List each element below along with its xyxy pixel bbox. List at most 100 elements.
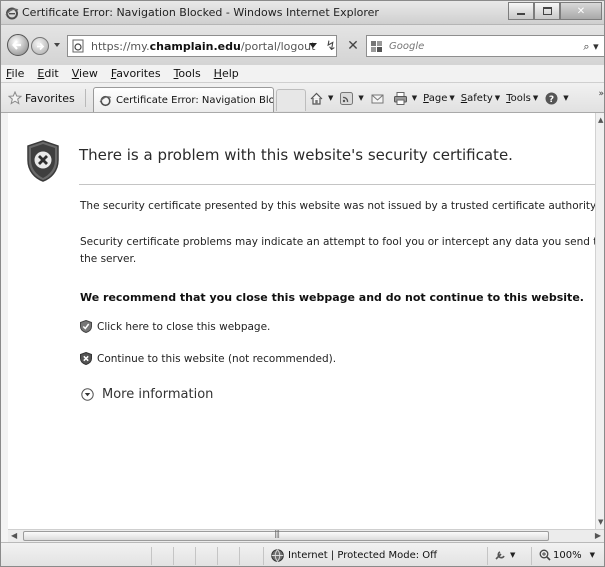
feeds-icon bbox=[340, 91, 354, 105]
refresh-icon: ↯ bbox=[325, 38, 337, 54]
status-divider bbox=[173, 547, 174, 565]
security-warning-text: Security certificate problems may indica… bbox=[80, 236, 595, 265]
certificate-explanation: The security certificate presented by th… bbox=[80, 200, 595, 212]
feeds-dropdown-icon: ▼ bbox=[358, 94, 364, 102]
help-icon: ? bbox=[545, 92, 558, 105]
help-button[interactable]: ? ▼ bbox=[544, 91, 569, 106]
page-menu-button[interactable]: Page ▼ bbox=[423, 93, 455, 104]
forward-arrow-icon bbox=[37, 42, 45, 51]
stop-button[interactable]: ✕ bbox=[343, 35, 363, 57]
divider bbox=[79, 184, 595, 185]
scroll-up-icon[interactable]: ▲ bbox=[598, 116, 603, 124]
safety-menu-button[interactable]: Safety ▼ bbox=[461, 93, 500, 104]
security-zone[interactable]: Internet | Protected Mode: Off bbox=[271, 549, 437, 562]
continue-website-link[interactable]: Continue to this website (not recommende… bbox=[80, 352, 336, 365]
print-button[interactable]: ▼ bbox=[393, 91, 417, 106]
address-dropdown-icon[interactable] bbox=[309, 43, 317, 49]
home-dropdown-icon: ▼ bbox=[328, 94, 334, 102]
back-button[interactable] bbox=[7, 34, 29, 56]
chevron-more-icon[interactable]: » bbox=[598, 89, 604, 99]
scroll-right-icon[interactable]: ▶ bbox=[595, 531, 601, 540]
search-button[interactable]: ⌕ ▾ bbox=[579, 39, 603, 54]
globe-icon bbox=[271, 549, 284, 562]
search-provider-icon bbox=[371, 41, 382, 52]
help-dropdown-icon: ▼ bbox=[563, 94, 569, 102]
tools-dropdown-icon: ▼ bbox=[532, 94, 539, 102]
mail-button[interactable] bbox=[370, 91, 387, 106]
menu-tools[interactable]: Tools bbox=[174, 67, 201, 80]
favorites-bar: Favorites Certificate Error: Navigation … bbox=[1, 83, 604, 113]
more-information-toggle[interactable]: More information bbox=[81, 387, 213, 402]
tools-menu-button[interactable]: Tools ▼ bbox=[506, 93, 538, 104]
close-webpage-link[interactable]: Click here to close this webpage. bbox=[80, 320, 270, 333]
zoom-level: 100% bbox=[553, 549, 582, 561]
close-icon: ✕ bbox=[576, 5, 586, 17]
shield-error-icon bbox=[27, 140, 59, 182]
horizontal-scroll-thumb[interactable]: ||| bbox=[23, 529, 549, 541]
window-controls: ✕ bbox=[508, 2, 602, 20]
command-bar: ▼ ▼ ▼ Page ▼ Safety ▼ Tools ▼ ? ▼ bbox=[309, 87, 575, 109]
page-content: There is a problem with this website's s… bbox=[8, 113, 595, 529]
title-bar: Certificate Error: Navigation Blocked - … bbox=[1, 1, 604, 25]
tools-status-dropdown-icon: ▼ bbox=[510, 551, 516, 559]
home-icon bbox=[310, 92, 323, 105]
recent-pages-dropdown-icon[interactable] bbox=[52, 40, 62, 50]
address-url: https://my.champlain.edu/portal/logout bbox=[91, 40, 315, 53]
print-dropdown-icon: ▼ bbox=[411, 94, 418, 102]
menu-bar: File Edit View Favorites Tools Help bbox=[1, 65, 604, 83]
url-path: /portal/logout bbox=[240, 40, 316, 53]
tab-certificate-error[interactable]: Certificate Error: Navigation Blocked bbox=[93, 87, 274, 112]
forward-button[interactable] bbox=[31, 37, 49, 55]
menu-view[interactable]: View bbox=[72, 67, 98, 80]
search-input[interactable] bbox=[389, 38, 569, 55]
recommendation-text: We recommend that you close this webpage… bbox=[80, 291, 584, 304]
status-divider bbox=[151, 547, 152, 565]
status-divider bbox=[263, 547, 264, 565]
search-icon: ⌕ ▾ bbox=[583, 39, 599, 53]
close-webpage-label: Click here to close this webpage. bbox=[97, 320, 271, 333]
ie-logo-icon bbox=[5, 7, 19, 20]
menu-file[interactable]: File bbox=[6, 67, 24, 80]
separator bbox=[85, 89, 86, 107]
stop-icon: ✕ bbox=[347, 38, 359, 54]
close-button[interactable]: ✕ bbox=[560, 2, 602, 20]
status-divider bbox=[239, 547, 240, 565]
page-dropdown-icon: ▼ bbox=[449, 94, 455, 102]
new-tab-button[interactable] bbox=[276, 89, 306, 111]
print-icon bbox=[393, 91, 407, 105]
svg-text:?: ? bbox=[549, 95, 554, 105]
zoom-dropdown-icon: ▼ bbox=[589, 551, 595, 559]
status-divider bbox=[531, 547, 532, 565]
mail-icon bbox=[371, 94, 384, 103]
tools-menu-label: Tools bbox=[506, 92, 531, 104]
refresh-button[interactable]: ↯ bbox=[321, 35, 341, 57]
search-box: ⌕ ▾ bbox=[366, 35, 604, 57]
back-arrow-icon bbox=[12, 40, 21, 50]
popup-blocker-button[interactable]: ▼ bbox=[494, 549, 515, 561]
tools-icon bbox=[495, 551, 505, 560]
favorites-label: Favorites bbox=[25, 91, 75, 105]
horizontal-scrollbar[interactable]: ◀ ||| ▶ bbox=[8, 529, 604, 542]
grip-icon: ||| bbox=[274, 529, 280, 538]
vertical-scrollbar[interactable]: ▲ ▼ bbox=[595, 113, 604, 529]
status-bar: Internet | Protected Mode: Off ▼ 100% ▼ bbox=[1, 542, 604, 566]
menu-edit[interactable]: Edit bbox=[37, 67, 58, 80]
feeds-button[interactable]: ▼ bbox=[339, 91, 364, 106]
minimize-button[interactable] bbox=[508, 2, 534, 20]
menu-help[interactable]: Help bbox=[214, 67, 239, 80]
browser-window: Certificate Error: Navigation Blocked - … bbox=[0, 0, 605, 567]
window-title: Certificate Error: Navigation Blocked - … bbox=[22, 6, 379, 19]
maximize-button[interactable] bbox=[534, 2, 560, 20]
scroll-down-icon[interactable]: ▼ bbox=[598, 518, 603, 526]
page-menu-label: Page bbox=[423, 92, 448, 104]
menu-favorites[interactable]: Favorites bbox=[111, 67, 161, 80]
home-button[interactable]: ▼ bbox=[309, 91, 333, 106]
zoom-control[interactable]: 100% ▼ bbox=[539, 549, 595, 561]
star-icon bbox=[8, 91, 22, 105]
shield-x-icon bbox=[80, 352, 92, 365]
address-bar[interactable]: https://my.champlain.edu/portal/logout bbox=[67, 35, 337, 57]
scroll-left-icon[interactable]: ◀ bbox=[11, 531, 17, 540]
safety-menu-label: Safety bbox=[460, 92, 493, 104]
favorites-button[interactable]: Favorites bbox=[4, 88, 79, 108]
url-domain: champlain.edu bbox=[149, 40, 241, 53]
